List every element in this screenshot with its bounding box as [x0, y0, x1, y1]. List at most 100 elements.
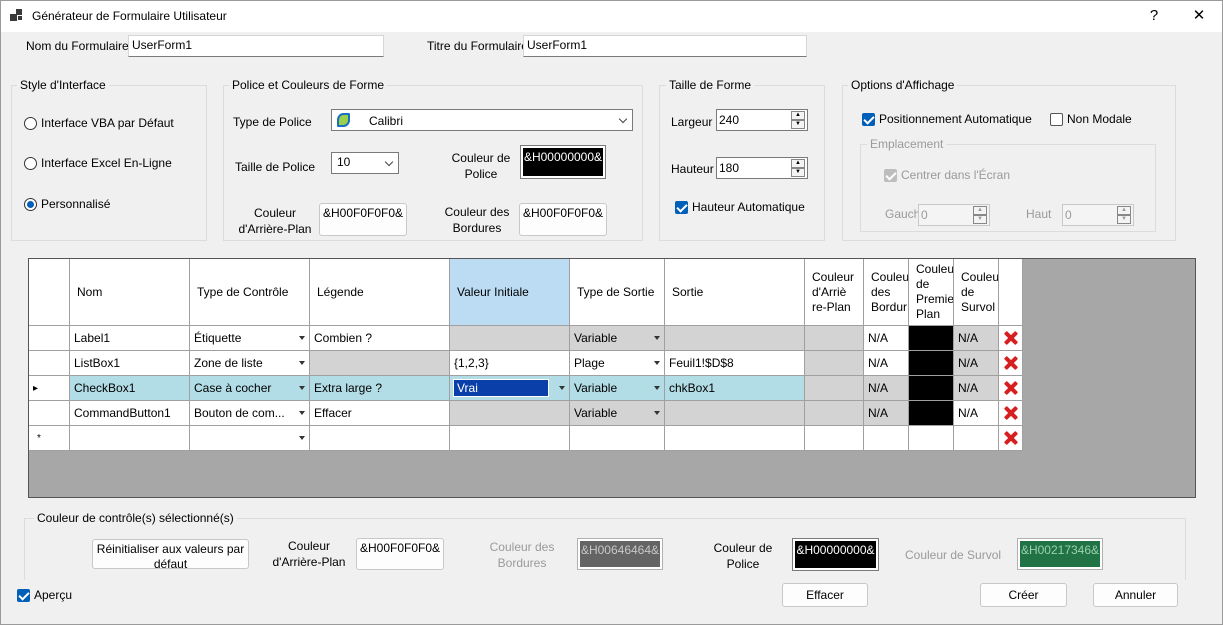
table-cell-name[interactable]: ListBox1	[70, 351, 190, 376]
row-header[interactable]	[29, 401, 70, 426]
table-cell-name[interactable]: Label1	[70, 326, 190, 351]
col-header-couleur-survol[interactable]: Couleur de Survol	[954, 259, 999, 326]
clear-button[interactable]: Effacer	[782, 583, 868, 607]
table-cell-output[interactable]	[665, 401, 805, 426]
delete-row-button[interactable]	[999, 426, 1023, 451]
dropdown-icon[interactable]	[654, 361, 660, 365]
dropdown-icon[interactable]	[299, 336, 305, 340]
table-cell-type[interactable]: Case à cocher	[190, 376, 310, 401]
spin-down-icon[interactable]: ▼	[791, 120, 805, 129]
table-cell-out-type[interactable]: Plage	[570, 351, 665, 376]
table-cell-hover-color[interactable]: N/A	[954, 351, 999, 376]
auto-position-label[interactable]: Positionnement Automatique	[879, 112, 1032, 126]
spin-down-icon[interactable]: ▼	[791, 168, 805, 177]
border-color-button[interactable]: &H00F0F0F0&	[519, 203, 607, 236]
radio-excel-online-label[interactable]: Interface Excel En-Ligne	[41, 156, 172, 170]
spin-down-icon[interactable]: ▼	[973, 215, 987, 224]
table-cell-back-color[interactable]	[805, 326, 864, 351]
col-header-sortie[interactable]: Sortie	[665, 259, 805, 326]
delete-row-button[interactable]	[999, 326, 1023, 351]
table-cell-hover-color[interactable]: N/A	[954, 401, 999, 426]
table-cell-caption[interactable]: Extra large ?	[310, 376, 450, 401]
font-color-swatch[interactable]: &H00000000&	[520, 145, 606, 179]
table-cell-initial[interactable]	[450, 401, 570, 426]
row-header[interactable]	[29, 326, 70, 351]
new-cell-out-type[interactable]	[570, 426, 665, 451]
auto-position-checkbox[interactable]	[862, 113, 875, 126]
table-cell-type[interactable]: Étiquette	[190, 326, 310, 351]
new-cell-output[interactable]	[665, 426, 805, 451]
height-stepper[interactable]: 180 ▲ ▼	[716, 157, 808, 179]
sel-back-color-button[interactable]: &H00F0F0F0&	[356, 538, 444, 570]
preview-label[interactable]: Aperçu	[34, 588, 72, 602]
delete-row-button[interactable]	[999, 351, 1023, 376]
spin-up-icon[interactable]: ▲	[973, 206, 987, 215]
close-button[interactable]: ✕	[1176, 0, 1222, 32]
create-button[interactable]: Créer	[980, 583, 1067, 607]
dropdown-icon[interactable]	[299, 436, 305, 440]
auto-height-label[interactable]: Hauteur Automatique	[692, 200, 805, 214]
spin-up-icon[interactable]: ▲	[791, 111, 805, 120]
cancel-button[interactable]: Annuler	[1093, 583, 1178, 607]
preview-checkbox[interactable]	[17, 589, 30, 602]
table-cell-fore-color[interactable]	[909, 326, 954, 351]
col-header-type-sortie[interactable]: Type de Sortie	[570, 259, 665, 326]
table-cell-out-type[interactable]: Variable	[570, 401, 665, 426]
table-cell-initial[interactable]: {1,2,3}	[450, 351, 570, 376]
spin-down-icon[interactable]: ▼	[1117, 215, 1131, 224]
table-cell-out-type[interactable]: Variable	[570, 376, 665, 401]
form-title-input[interactable]: UserForm1	[523, 35, 807, 57]
table-cell-type[interactable]: Zone de liste	[190, 351, 310, 376]
table-cell-name[interactable]: CheckBox1	[70, 376, 190, 401]
font-type-select[interactable]: Calibri	[331, 109, 633, 131]
table-cell-border-color[interactable]: N/A	[864, 351, 909, 376]
sel-font-color-swatch[interactable]: &H00000000&	[792, 538, 879, 571]
reset-defaults-button[interactable]: Réinitialiser aux valeurs par défaut	[92, 539, 249, 569]
table-cell-output[interactable]: chkBox1	[665, 376, 805, 401]
delete-row-button[interactable]	[999, 401, 1023, 426]
table-cell-caption[interactable]	[310, 351, 450, 376]
table-cell-back-color[interactable]	[805, 376, 864, 401]
help-button[interactable]: ?	[1131, 0, 1177, 32]
center-checkbox[interactable]	[884, 169, 897, 182]
table-cell-hover-color[interactable]: N/A	[954, 376, 999, 401]
col-header-valeur[interactable]: Valeur Initiale	[450, 259, 570, 326]
spin-up-icon[interactable]: ▲	[1117, 206, 1131, 215]
radio-vba-default-label[interactable]: Interface VBA par Défaut	[41, 116, 174, 130]
modeless-checkbox[interactable]	[1050, 113, 1063, 126]
radio-vba-default[interactable]	[24, 117, 37, 130]
table-cell-back-color[interactable]	[805, 351, 864, 376]
radio-excel-online[interactable]	[24, 157, 37, 170]
col-header-nom[interactable]: Nom	[70, 259, 190, 326]
table-cell-fore-color[interactable]	[909, 401, 954, 426]
new-cell-name[interactable]	[70, 426, 190, 451]
controls-grid[interactable]: Nom Type de Contrôle Légende Valeur Init…	[28, 258, 1196, 498]
table-cell-output[interactable]	[665, 326, 805, 351]
table-cell-initial[interactable]	[450, 326, 570, 351]
table-cell-output[interactable]: Feuil1!$D$8	[665, 351, 805, 376]
font-size-select[interactable]: 10	[331, 152, 399, 174]
row-header-current[interactable]: ▸	[29, 376, 70, 401]
modeless-label[interactable]: Non Modale	[1067, 112, 1132, 126]
table-cell-fore-color[interactable]	[909, 351, 954, 376]
col-header-type[interactable]: Type de Contrôle	[190, 259, 310, 326]
table-cell-fore-color[interactable]	[909, 376, 954, 401]
new-cell-fore-color[interactable]	[909, 426, 954, 451]
table-cell-border-color[interactable]: N/A	[864, 326, 909, 351]
table-cell-type[interactable]: Bouton de com...	[190, 401, 310, 426]
table-cell-caption[interactable]: Combien ?	[310, 326, 450, 351]
sel-border-color-swatch[interactable]: &H00646464&	[577, 538, 663, 570]
left-stepper[interactable]: 0 ▲ ▼	[918, 204, 990, 226]
width-stepper[interactable]: 240 ▲ ▼	[716, 109, 808, 131]
dropdown-icon[interactable]	[299, 411, 305, 415]
sel-hover-color-swatch[interactable]: &H00217346&	[1017, 538, 1103, 570]
radio-custom-label[interactable]: Personnalisé	[41, 197, 110, 211]
new-cell-initial[interactable]	[450, 426, 570, 451]
row-header[interactable]	[29, 351, 70, 376]
dropdown-icon[interactable]	[299, 386, 305, 390]
table-cell-out-type[interactable]: Variable	[570, 326, 665, 351]
new-cell-type[interactable]	[190, 426, 310, 451]
new-cell-caption[interactable]	[310, 426, 450, 451]
dropdown-icon[interactable]	[654, 386, 660, 390]
col-header-couleur-premier-plan[interactable]: Couleur de Premie Plan	[909, 259, 954, 326]
